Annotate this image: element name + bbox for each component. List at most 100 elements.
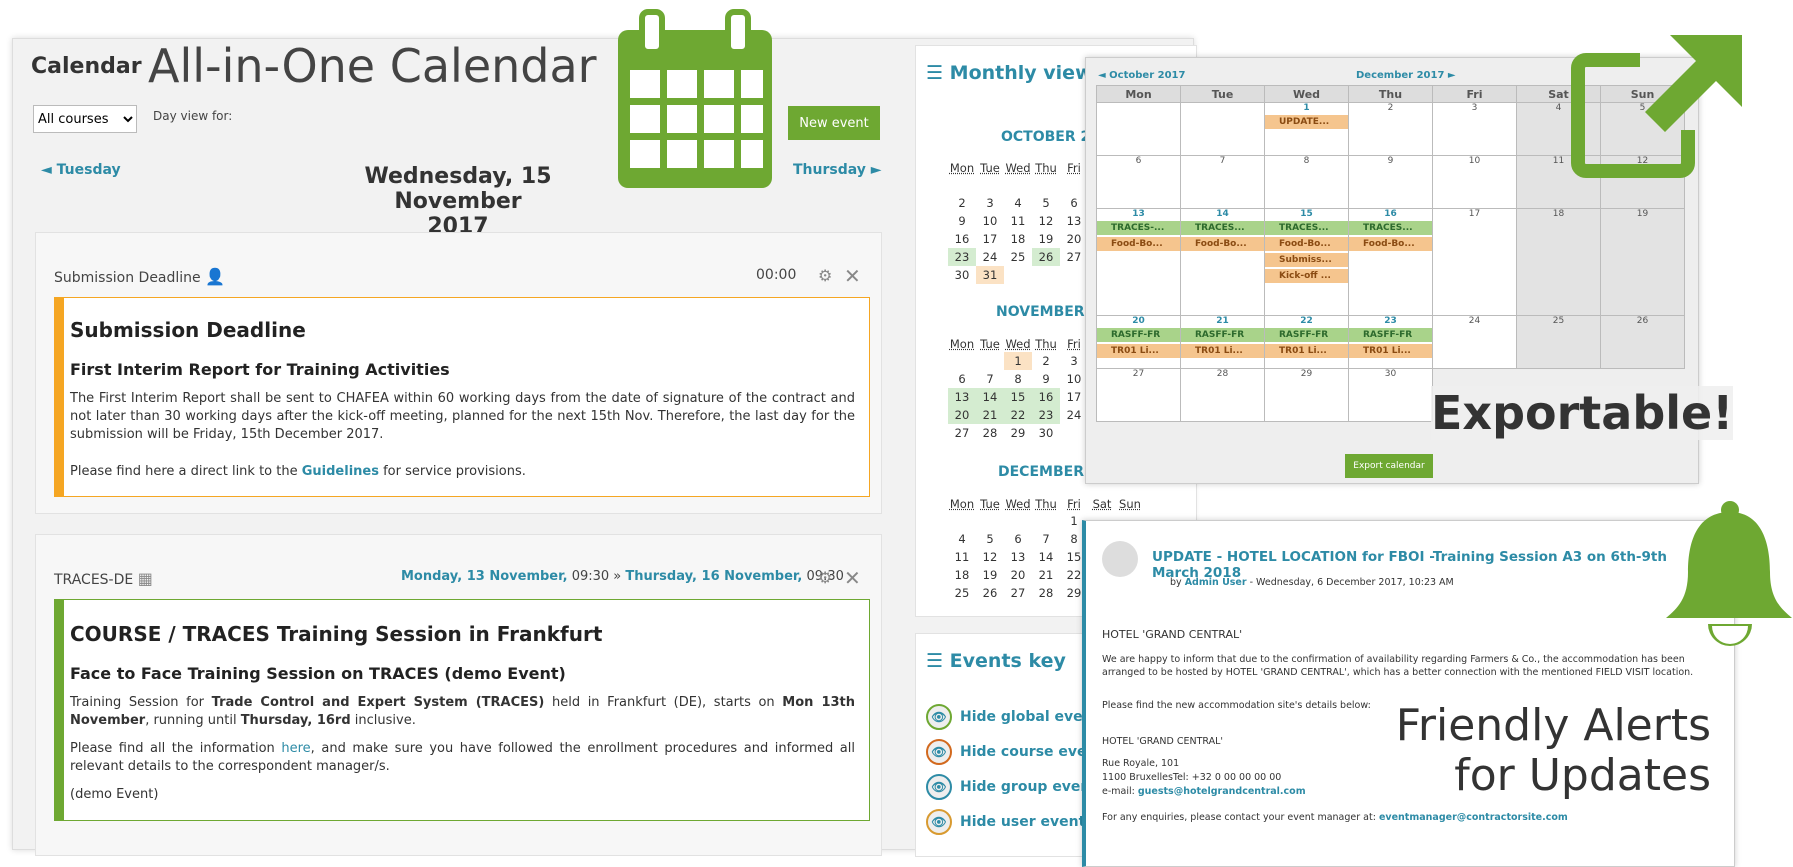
- event-pill[interactable]: RASFF-FR: [1097, 328, 1180, 342]
- event-body: COURSE / TRACES Training Session in Fran…: [54, 599, 870, 821]
- day-view-label: Day view for:: [153, 109, 232, 123]
- day-cell[interactable]: 22: [1004, 406, 1032, 424]
- day-cell: 30: [1032, 424, 1060, 442]
- manager-email-link[interactable]: eventmanager@contractorsite.com: [1379, 812, 1568, 823]
- event-pill[interactable]: Food-Bo...: [1265, 237, 1348, 251]
- event-pill[interactable]: TR01 Li...: [1097, 344, 1180, 358]
- day-cell[interactable]: 15 TRACES... Food-Bo... Submiss... Kick-off …: [1265, 209, 1349, 316]
- desc-part: held in Frankfurt (DE), starts on: [544, 695, 782, 710]
- day-cell[interactable]: 31: [976, 266, 1004, 284]
- export-calendar-button[interactable]: Export calendar: [1345, 454, 1433, 478]
- weekday: Wed: [1004, 160, 1032, 176]
- event-pill[interactable]: TR01 Li...: [1349, 344, 1432, 358]
- day-number[interactable]: 14: [1181, 209, 1264, 219]
- day-cell: 26: [976, 584, 1004, 602]
- day-cell[interactable]: 1 UPDATE...: [1265, 103, 1349, 156]
- event-card: TRACES-DE ▦ Monday, 13 November, 09:30 »…: [35, 534, 882, 856]
- courses-select[interactable]: All courses: [33, 105, 137, 133]
- bell-icon: [1660, 500, 1793, 650]
- day-cell[interactable]: 16: [1032, 388, 1060, 406]
- event-category: Submission Deadline 👤: [54, 267, 225, 286]
- gear-icon[interactable]: ⚙: [818, 568, 832, 587]
- eye-icon: 👁: [926, 774, 952, 800]
- event-pill[interactable]: TRACES...: [1265, 221, 1348, 235]
- day-cell[interactable]: 21: [976, 406, 1004, 424]
- day-cell: 10: [1060, 370, 1088, 388]
- email-line: e-mail: guests@hotelgrandcentral.com: [1102, 785, 1306, 798]
- day-number: 24: [1433, 316, 1516, 326]
- close-icon[interactable]: ✕: [844, 566, 861, 590]
- day-cell: 16: [948, 230, 976, 248]
- event-pill[interactable]: UPDATE...: [1265, 115, 1348, 129]
- day-cell: 12: [976, 548, 1004, 566]
- day-number: 9: [1349, 156, 1432, 166]
- event-time: 00:00: [756, 267, 796, 283]
- day-cell: 25: [1004, 248, 1032, 266]
- close-icon[interactable]: ✕: [844, 264, 861, 288]
- event-pill[interactable]: TR01 Li...: [1265, 344, 1348, 358]
- event-end-link[interactable]: Thursday, 16 November,: [625, 569, 802, 584]
- day-cell[interactable]: 14: [976, 388, 1004, 406]
- weekday: Sat: [1088, 496, 1116, 512]
- day-number[interactable]: 13: [1097, 209, 1180, 219]
- day-number[interactable]: 15: [1265, 209, 1348, 219]
- day-cell[interactable]: 23: [948, 248, 976, 266]
- weekday: Sun: [1116, 496, 1144, 512]
- day-cell: 19: [1601, 209, 1685, 316]
- day-number[interactable]: 22: [1265, 316, 1348, 326]
- next-month-link[interactable]: December 2017 ►: [1356, 70, 1456, 81]
- day-number[interactable]: 23: [1349, 316, 1432, 326]
- day-cell: 2: [1032, 352, 1060, 370]
- day-cell[interactable]: 14 TRACES... Food-Bo...: [1181, 209, 1265, 316]
- new-event-button[interactable]: New event: [788, 106, 880, 140]
- day-number[interactable]: 20: [1097, 316, 1180, 326]
- hotel-email-link[interactable]: guests@hotelgrandcentral.com: [1138, 786, 1306, 797]
- event-pill[interactable]: RASFF-FR: [1265, 328, 1348, 342]
- weekday: Fri: [1060, 496, 1088, 512]
- author-link[interactable]: Admin User: [1185, 577, 1247, 588]
- event-pill[interactable]: TR01 Li...: [1181, 344, 1264, 358]
- event-pill[interactable]: TRACES-...: [1097, 221, 1180, 235]
- day-cell[interactable]: 23: [1032, 406, 1060, 424]
- prev-month-link[interactable]: ◄ October 2017: [1098, 70, 1185, 81]
- event-pill[interactable]: Submiss...: [1265, 253, 1348, 267]
- event-pill[interactable]: RASFF-FR: [1181, 328, 1264, 342]
- day-number[interactable]: 16: [1349, 209, 1432, 219]
- day-number: 28: [1181, 369, 1264, 379]
- event-body: Submission Deadline First Interim Report…: [54, 297, 870, 497]
- contact-line: For any enquiries, please contact your e…: [1102, 811, 1568, 824]
- event-pill[interactable]: Food-Bo...: [1181, 237, 1264, 251]
- day-cell[interactable]: 26: [1032, 248, 1060, 266]
- day-cell[interactable]: 16 TRACES... Food-Bo...: [1349, 209, 1433, 316]
- event-subtitle: First Interim Report for Training Activi…: [70, 360, 450, 379]
- day-cell[interactable]: 22 RASFF-FR TR01 Li...: [1265, 316, 1349, 369]
- here-link[interactable]: here: [281, 741, 310, 756]
- day-number[interactable]: 1: [1265, 103, 1348, 113]
- event-pill[interactable]: Food-Bo...: [1097, 237, 1180, 251]
- guidelines-link[interactable]: Guidelines: [302, 464, 379, 479]
- day-cell: 4: [948, 530, 976, 548]
- day-number: 25: [1517, 316, 1600, 326]
- calendar-icon: [610, 8, 780, 192]
- gear-icon[interactable]: ⚙: [818, 266, 832, 285]
- event-start-link[interactable]: Monday, 13 November,: [401, 569, 568, 584]
- day-cell[interactable]: 20 RASFF-FR TR01 Li...: [1097, 316, 1181, 369]
- day-cell[interactable]: 20: [948, 406, 976, 424]
- prev-day-link[interactable]: ◄ Tuesday: [41, 162, 121, 178]
- event-pill[interactable]: TRACES...: [1349, 221, 1432, 235]
- day-cell[interactable]: 15: [1004, 388, 1032, 406]
- day-number[interactable]: 21: [1181, 316, 1264, 326]
- desc-part: , running until: [145, 713, 241, 728]
- next-day-link[interactable]: Thursday ►: [793, 162, 882, 178]
- event-pill[interactable]: RASFF-FR: [1349, 328, 1432, 342]
- event-pill[interactable]: TRACES...: [1181, 221, 1264, 235]
- event-pill[interactable]: Food-Bo...: [1349, 237, 1432, 251]
- day-cell[interactable]: 13 TRACES-... Food-Bo...: [1097, 209, 1181, 316]
- day-cell[interactable]: 21 RASFF-FR TR01 Li...: [1181, 316, 1265, 369]
- day-cell: 17: [1060, 388, 1088, 406]
- event-pill[interactable]: Kick-off ...: [1265, 269, 1348, 283]
- day-cell[interactable]: 1: [1004, 352, 1032, 370]
- day-cell[interactable]: 23 RASFF-FR TR01 Li...: [1349, 316, 1433, 369]
- alert-byline: by Admin User - Wednesday, 6 December 20…: [1170, 576, 1454, 589]
- day-cell[interactable]: 13: [948, 388, 976, 406]
